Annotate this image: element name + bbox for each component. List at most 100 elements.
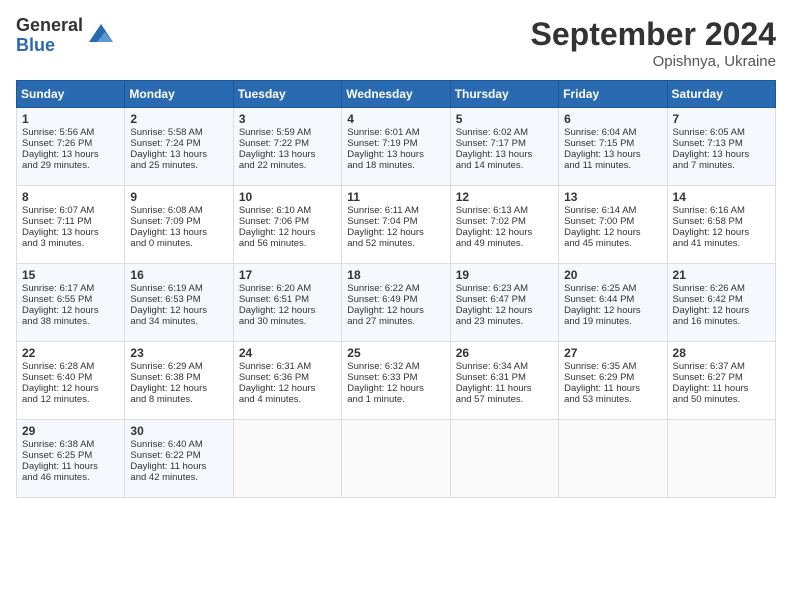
cell-line: Sunrise: 6:11 AM	[347, 205, 444, 216]
day-number: 30	[130, 424, 227, 438]
cell-line: Sunset: 7:06 PM	[239, 216, 336, 227]
cell-line: and 49 minutes.	[456, 238, 553, 249]
cell-line: Sunset: 6:25 PM	[22, 450, 119, 461]
day-header-friday: Friday	[559, 81, 667, 108]
cell-line: and 4 minutes.	[239, 394, 336, 405]
calendar-cell	[450, 420, 558, 498]
calendar-cell	[233, 420, 341, 498]
cell-line: Sunrise: 6:31 AM	[239, 361, 336, 372]
cell-line: Sunset: 6:42 PM	[673, 294, 770, 305]
cell-line: and 38 minutes.	[22, 316, 119, 327]
cell-line: Sunrise: 6:16 AM	[673, 205, 770, 216]
cell-line: Sunrise: 6:10 AM	[239, 205, 336, 216]
calendar-cell: 14Sunrise: 6:16 AMSunset: 6:58 PMDayligh…	[667, 186, 775, 264]
cell-line: Sunset: 7:17 PM	[456, 138, 553, 149]
cell-line: Daylight: 12 hours	[456, 227, 553, 238]
calendar-cell: 25Sunrise: 6:32 AMSunset: 6:33 PMDayligh…	[342, 342, 450, 420]
calendar-cell: 30Sunrise: 6:40 AMSunset: 6:22 PMDayligh…	[125, 420, 233, 498]
cell-line: Sunrise: 6:05 AM	[673, 127, 770, 138]
day-number: 8	[22, 190, 119, 204]
cell-line: and 8 minutes.	[130, 394, 227, 405]
cell-line: Sunrise: 5:58 AM	[130, 127, 227, 138]
cell-line: and 57 minutes.	[456, 394, 553, 405]
calendar-body: 1Sunrise: 5:56 AMSunset: 7:26 PMDaylight…	[17, 108, 776, 498]
logo-blue: Blue	[16, 36, 83, 56]
cell-line: Sunset: 6:40 PM	[22, 372, 119, 383]
cell-line: Sunrise: 6:28 AM	[22, 361, 119, 372]
cell-line: Sunrise: 6:29 AM	[130, 361, 227, 372]
calendar-cell: 9Sunrise: 6:08 AMSunset: 7:09 PMDaylight…	[125, 186, 233, 264]
cell-line: Sunrise: 6:22 AM	[347, 283, 444, 294]
day-number: 22	[22, 346, 119, 360]
calendar-cell: 21Sunrise: 6:26 AMSunset: 6:42 PMDayligh…	[667, 264, 775, 342]
cell-line: Daylight: 13 hours	[130, 227, 227, 238]
cell-line: Sunset: 6:53 PM	[130, 294, 227, 305]
cell-line: Daylight: 12 hours	[347, 383, 444, 394]
cell-line: Sunrise: 6:08 AM	[130, 205, 227, 216]
cell-line: and 27 minutes.	[347, 316, 444, 327]
cell-line: Daylight: 13 hours	[673, 149, 770, 160]
day-header-monday: Monday	[125, 81, 233, 108]
cell-line: Sunset: 7:02 PM	[456, 216, 553, 227]
calendar-cell	[559, 420, 667, 498]
cell-line: Sunset: 7:11 PM	[22, 216, 119, 227]
cell-line: and 16 minutes.	[673, 316, 770, 327]
cell-line: Daylight: 12 hours	[239, 383, 336, 394]
cell-line: Sunrise: 6:23 AM	[456, 283, 553, 294]
cell-line: Daylight: 13 hours	[22, 227, 119, 238]
cell-line: Sunset: 7:09 PM	[130, 216, 227, 227]
day-number: 29	[22, 424, 119, 438]
cell-line: and 23 minutes.	[456, 316, 553, 327]
day-number: 16	[130, 268, 227, 282]
cell-line: Sunset: 6:31 PM	[456, 372, 553, 383]
calendar-cell: 8Sunrise: 6:07 AMSunset: 7:11 PMDaylight…	[17, 186, 125, 264]
calendar-cell: 28Sunrise: 6:37 AMSunset: 6:27 PMDayligh…	[667, 342, 775, 420]
cell-line: Daylight: 12 hours	[130, 383, 227, 394]
cell-line: and 52 minutes.	[347, 238, 444, 249]
cell-line: and 11 minutes.	[564, 160, 661, 171]
cell-line: and 18 minutes.	[347, 160, 444, 171]
calendar-cell: 24Sunrise: 6:31 AMSunset: 6:36 PMDayligh…	[233, 342, 341, 420]
cell-line: Daylight: 12 hours	[673, 305, 770, 316]
cell-line: Daylight: 13 hours	[130, 149, 227, 160]
cell-line: and 30 minutes.	[239, 316, 336, 327]
cell-line: Sunset: 6:47 PM	[456, 294, 553, 305]
calendar-cell: 12Sunrise: 6:13 AMSunset: 7:02 PMDayligh…	[450, 186, 558, 264]
cell-line: Sunset: 7:19 PM	[347, 138, 444, 149]
day-number: 14	[673, 190, 770, 204]
day-number: 23	[130, 346, 227, 360]
cell-line: and 56 minutes.	[239, 238, 336, 249]
location-subtitle: Opishnya, Ukraine	[531, 53, 776, 70]
day-number: 9	[130, 190, 227, 204]
week-row-3: 15Sunrise: 6:17 AMSunset: 6:55 PMDayligh…	[17, 264, 776, 342]
day-header-tuesday: Tuesday	[233, 81, 341, 108]
cell-line: Sunrise: 6:34 AM	[456, 361, 553, 372]
cell-line: Sunrise: 6:17 AM	[22, 283, 119, 294]
day-header-wednesday: Wednesday	[342, 81, 450, 108]
cell-line: Sunrise: 6:37 AM	[673, 361, 770, 372]
day-number: 24	[239, 346, 336, 360]
calendar-cell: 6Sunrise: 6:04 AMSunset: 7:15 PMDaylight…	[559, 108, 667, 186]
cell-line: and 46 minutes.	[22, 472, 119, 483]
day-number: 3	[239, 112, 336, 126]
cell-line: Sunset: 6:27 PM	[673, 372, 770, 383]
day-number: 7	[673, 112, 770, 126]
cell-line: and 29 minutes.	[22, 160, 119, 171]
calendar-cell: 20Sunrise: 6:25 AMSunset: 6:44 PMDayligh…	[559, 264, 667, 342]
cell-line: Sunrise: 6:20 AM	[239, 283, 336, 294]
calendar-cell: 27Sunrise: 6:35 AMSunset: 6:29 PMDayligh…	[559, 342, 667, 420]
cell-line: Sunrise: 6:04 AM	[564, 127, 661, 138]
calendar-cell: 26Sunrise: 6:34 AMSunset: 6:31 PMDayligh…	[450, 342, 558, 420]
cell-line: Sunrise: 6:32 AM	[347, 361, 444, 372]
cell-line: Daylight: 12 hours	[22, 305, 119, 316]
calendar-cell: 3Sunrise: 5:59 AMSunset: 7:22 PMDaylight…	[233, 108, 341, 186]
cell-line: Sunrise: 6:25 AM	[564, 283, 661, 294]
cell-line: and 25 minutes.	[130, 160, 227, 171]
day-number: 12	[456, 190, 553, 204]
cell-line: Sunrise: 6:26 AM	[673, 283, 770, 294]
cell-line: and 53 minutes.	[564, 394, 661, 405]
cell-line: Daylight: 11 hours	[130, 461, 227, 472]
cell-line: Daylight: 13 hours	[456, 149, 553, 160]
week-row-4: 22Sunrise: 6:28 AMSunset: 6:40 PM Dayligh…	[17, 342, 776, 420]
day-number: 13	[564, 190, 661, 204]
